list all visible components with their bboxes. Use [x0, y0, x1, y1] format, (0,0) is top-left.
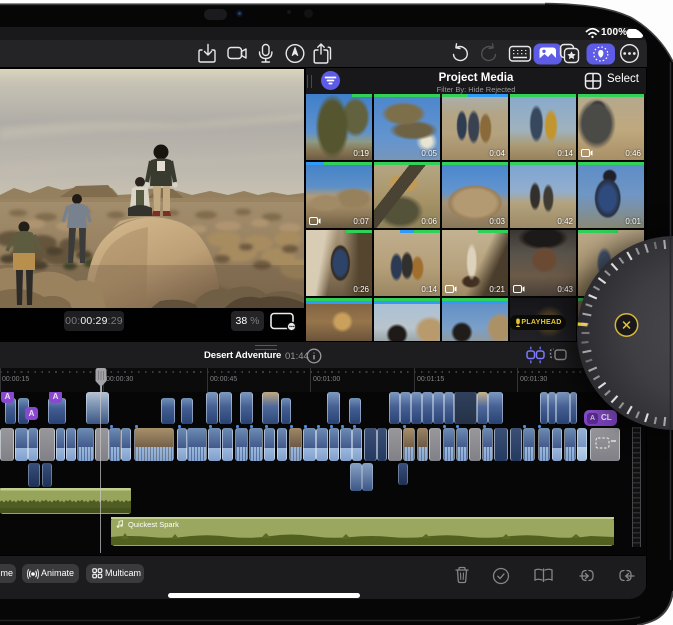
svg-text:Quickest Spark: Quickest Spark — [128, 520, 179, 529]
